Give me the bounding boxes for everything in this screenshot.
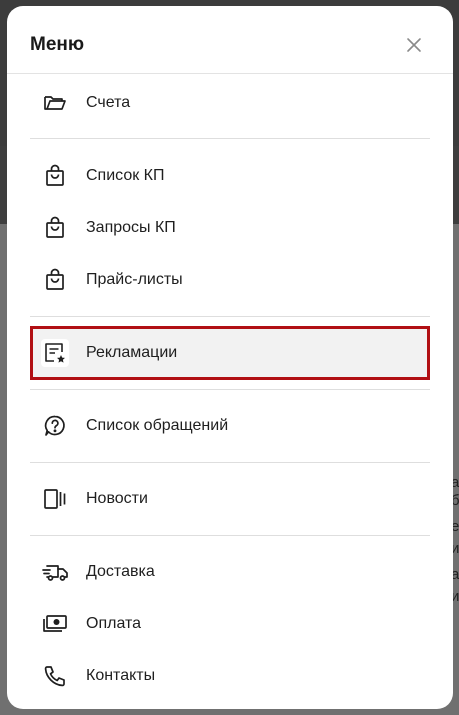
menu-item-price-lists[interactable]: Прайс-листы: [30, 256, 430, 304]
divider: [30, 389, 430, 390]
divider: [30, 138, 430, 139]
divider: [30, 462, 430, 463]
menu-item-invoices[interactable]: Счета: [30, 79, 430, 127]
menu-item-contacts[interactable]: Контакты: [30, 652, 430, 700]
close-icon: [407, 38, 421, 52]
delivery-truck-icon: [40, 557, 70, 587]
question-bubble-icon: [40, 411, 70, 441]
menu-item-delivery[interactable]: Доставка: [30, 548, 430, 596]
menu-item-label: Список обращений: [86, 417, 229, 434]
menu-item-label: Контакты: [86, 667, 156, 684]
shopping-bag-icon: [40, 265, 70, 295]
menu-item-label: Доставка: [86, 563, 155, 580]
money-bill-icon: [40, 609, 70, 639]
close-button[interactable]: [404, 35, 424, 55]
news-cards-icon: [40, 484, 70, 514]
modal-header: Меню: [7, 6, 453, 74]
shopping-bag-icon: [40, 213, 70, 243]
menu-item-label: Запросы КП: [86, 219, 176, 236]
menu-item-label: Счета: [86, 94, 131, 111]
menu-item-quote-requests[interactable]: Запросы КП: [30, 204, 430, 252]
modal-title: Меню: [30, 34, 85, 55]
divider: [30, 316, 430, 317]
menu-item-label: Новости: [86, 490, 148, 507]
divider: [30, 535, 430, 536]
document-star-icon: [40, 338, 70, 368]
menu-item-quote-list[interactable]: Список КП: [30, 152, 430, 200]
menu-item-requests-list[interactable]: Список обращений: [30, 402, 430, 450]
phone-icon: [40, 661, 70, 691]
menu-item-payment[interactable]: Оплата: [30, 600, 430, 648]
menu-item-label: Список КП: [86, 167, 165, 184]
menu-item-news[interactable]: Новости: [30, 475, 430, 523]
menu-item-label: Оплата: [86, 615, 142, 632]
menu-modal: Меню Счета Список КП Запросы КП Прайс-ли…: [7, 6, 453, 709]
shopping-bag-icon: [40, 161, 70, 191]
menu-item-label: Рекламации: [86, 344, 178, 361]
folder-icon: [40, 88, 70, 118]
menu-item-claims[interactable]: Рекламации: [30, 326, 430, 380]
menu-item-label: Прайс-листы: [86, 271, 183, 288]
